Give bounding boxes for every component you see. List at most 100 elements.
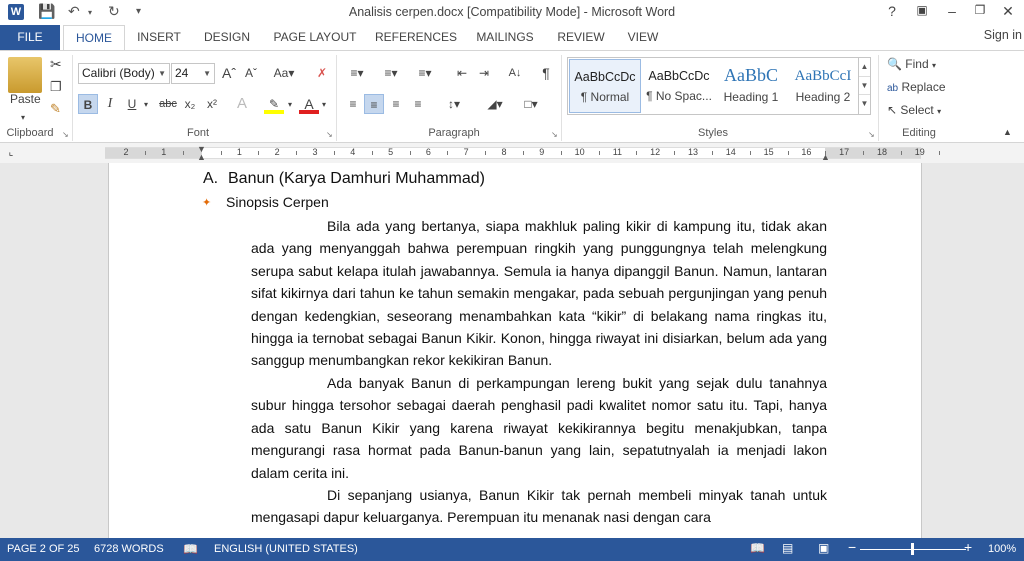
line-spacing-icon[interactable]: ↕▾: [440, 94, 468, 114]
ruler-number: 17: [839, 147, 850, 157]
tab-file[interactable]: FILE: [0, 25, 60, 50]
underline-button[interactable]: U: [122, 94, 142, 114]
align-left-icon[interactable]: ≡: [343, 94, 363, 114]
document-page[interactable]: A. Banun (Karya Damhuri Muhammad) ✦ Sinop…: [108, 163, 922, 540]
increase-indent-icon[interactable]: ⇥: [474, 63, 494, 83]
highlight-dropdown-icon[interactable]: ▾: [288, 100, 292, 109]
zoom-out-icon[interactable]: −: [848, 539, 856, 555]
ribbon-display-options-icon[interactable]: ▣: [912, 3, 932, 17]
read-mode-icon[interactable]: 📖: [750, 541, 765, 555]
replace-label: Replace: [901, 80, 946, 94]
bullets-icon[interactable]: ≡▾: [343, 63, 371, 83]
paste-button[interactable]: Paste: [10, 92, 41, 106]
page-count[interactable]: PAGE 2 OF 25: [7, 543, 80, 555]
shrink-font-icon[interactable]: Aˇ: [241, 63, 261, 83]
change-case-icon[interactable]: Aa▾: [270, 63, 298, 83]
align-right-icon[interactable]: ≡: [386, 94, 406, 114]
paste-icon[interactable]: [8, 57, 42, 93]
subscript-button[interactable]: x₂: [180, 94, 200, 114]
numbering-icon[interactable]: ≡▾: [377, 63, 405, 83]
document-area[interactable]: A. Banun (Karya Damhuri Muhammad) ✦ Sinop…: [0, 163, 1024, 540]
paragraph-1[interactable]: Bila ada yang bertanya, siapa makhluk pa…: [251, 215, 827, 372]
style-no-spacing[interactable]: AaBbCcDc ¶ No Spac...: [643, 59, 715, 113]
minimize-icon[interactable]: –: [942, 3, 962, 19]
superscript-button[interactable]: x²: [202, 94, 222, 114]
style-heading-2[interactable]: AaBbCcI Heading 2: [787, 59, 859, 113]
chevron-up-icon[interactable]: ▲: [859, 58, 870, 76]
bullet-item[interactable]: ✦ Sinopsis Cerpen: [202, 194, 329, 210]
web-layout-icon[interactable]: ▣: [818, 541, 829, 555]
clear-formatting-icon[interactable]: ✗: [312, 63, 332, 83]
right-indent-marker[interactable]: ▲: [821, 152, 830, 162]
font-group-label: Font: [186, 127, 209, 139]
paragraph-launcher-icon[interactable]: ↘: [551, 130, 558, 139]
zoom-level[interactable]: 100%: [988, 543, 1016, 555]
zoom-in-icon[interactable]: +: [964, 539, 972, 555]
help-button[interactable]: ?: [882, 3, 902, 19]
tab-home[interactable]: HOME: [63, 25, 125, 51]
multilevel-list-icon[interactable]: ≡▾: [411, 63, 439, 83]
tab-review[interactable]: REVIEW: [553, 25, 609, 50]
paragraph-3[interactable]: Di sepanjang usianya, Banun Kikir tak pe…: [251, 484, 827, 529]
italic-button[interactable]: I: [100, 94, 120, 114]
style-normal[interactable]: AaBbCcDc ¶ Normal: [569, 59, 641, 113]
close-icon[interactable]: ✕: [998, 3, 1018, 20]
find-button[interactable]: 🔍 Find ▾: [887, 57, 936, 71]
borders-icon[interactable]: □▾: [516, 94, 546, 114]
proofing-icon[interactable]: 📖: [183, 542, 198, 556]
align-center-icon[interactable]: ≡: [364, 94, 384, 114]
grow-font-icon[interactable]: Aˆ: [219, 63, 239, 83]
separator: [878, 55, 879, 141]
copy-icon[interactable]: ❐: [50, 79, 62, 95]
styles-group-label: Styles: [698, 127, 728, 139]
editing-group-label: Editing: [902, 127, 936, 139]
paste-dropdown-icon[interactable]: ▾: [21, 113, 25, 122]
text-effects-icon[interactable]: A: [232, 94, 252, 114]
styles-launcher-icon[interactable]: ↘: [868, 130, 875, 139]
tab-selector-icon[interactable]: ⌞: [5, 147, 17, 159]
tab-design[interactable]: DESIGN: [200, 25, 254, 50]
cut-icon[interactable]: ✂: [50, 56, 62, 73]
zoom-slider-thumb[interactable]: [911, 543, 914, 555]
collapse-ribbon-icon[interactable]: ▲: [1003, 127, 1012, 137]
decrease-indent-icon[interactable]: ⇤: [452, 63, 472, 83]
strikethrough-button[interactable]: abc: [156, 94, 180, 114]
hanging-indent-marker[interactable]: ▲: [197, 152, 206, 162]
shading-icon[interactable]: ◢▾: [481, 94, 509, 114]
underline-dropdown-icon[interactable]: ▾: [144, 100, 148, 109]
style-heading-1[interactable]: AaBbC Heading 1: [715, 59, 787, 113]
justify-icon[interactable]: ≡: [408, 94, 428, 114]
tab-insert[interactable]: INSERT: [133, 25, 185, 50]
sort-icon[interactable]: A↓: [505, 63, 525, 83]
chevron-down-icon[interactable]: ▼: [859, 76, 870, 94]
sign-in-link[interactable]: Sign in: [984, 25, 1022, 45]
language-indicator[interactable]: ENGLISH (UNITED STATES): [214, 543, 358, 555]
format-painter-icon[interactable]: ✎: [50, 101, 61, 117]
tab-references[interactable]: REFERENCES: [374, 25, 458, 50]
clipboard-launcher-icon[interactable]: ↘: [62, 130, 69, 139]
ruler-tick: [749, 151, 751, 155]
tab-view[interactable]: VIEW: [622, 25, 664, 50]
ruler-number: 15: [763, 147, 774, 157]
more-styles-icon[interactable]: ▼: [859, 94, 870, 112]
replace-button[interactable]: ab Replace: [887, 80, 946, 94]
horizontal-ruler[interactable]: 2 1 1 2 3 4 5 6 7 8 9 10 11 12 13 14 15 16 17 18 19 ▼ ▲ ▲: [105, 144, 940, 162]
document-heading[interactable]: A. Banun (Karya Damhuri Muhammad): [203, 170, 485, 188]
restore-icon[interactable]: ❐: [970, 3, 990, 17]
ruler-number: 11: [612, 147, 623, 157]
word-count[interactable]: 6728 WORDS: [94, 543, 164, 555]
tab-mailings[interactable]: MAILINGS: [470, 25, 540, 50]
bold-button[interactable]: B: [78, 94, 98, 114]
font-color-dropdown-icon[interactable]: ▾: [322, 100, 326, 109]
font-launcher-icon[interactable]: ↘: [326, 130, 333, 139]
styles-scroll[interactable]: ▲ ▼ ▼: [858, 58, 870, 114]
font-size-combo[interactable]: 24 ▼: [171, 63, 215, 84]
tab-page-layout[interactable]: PAGE LAYOUT: [268, 25, 362, 50]
font-color-icon[interactable]: A: [299, 94, 319, 114]
select-button[interactable]: ↖ Select ▾: [887, 103, 941, 117]
highlight-icon[interactable]: ✎: [264, 94, 284, 114]
paragraph-2[interactable]: Ada banyak Banun di perkampungan lereng …: [251, 372, 827, 484]
print-layout-icon[interactable]: ▤: [782, 541, 793, 555]
font-name-combo[interactable]: Calibri (Body) ▼: [78, 63, 170, 84]
show-hide-formatting-icon[interactable]: ¶: [536, 63, 556, 83]
